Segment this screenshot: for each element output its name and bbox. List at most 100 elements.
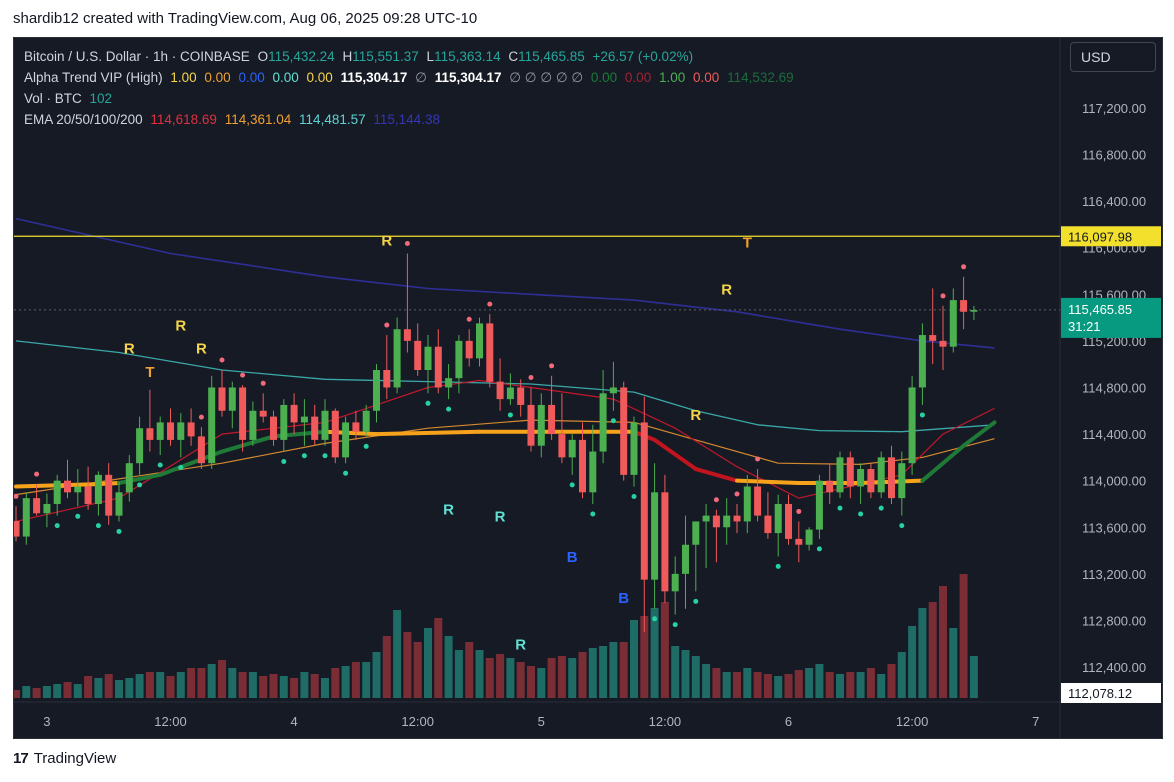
candle-body xyxy=(197,436,205,464)
candle-body xyxy=(960,300,968,312)
candle-body xyxy=(496,381,504,400)
candle-body xyxy=(362,410,370,432)
trend-dot xyxy=(34,471,40,477)
volume-bar xyxy=(969,656,978,698)
volume-bar xyxy=(362,662,371,698)
trend-dot xyxy=(693,598,699,604)
chart-frame[interactable]: 117,600.00117,200.00116,800.00116,400.00… xyxy=(13,37,1163,739)
signal-label: R xyxy=(196,341,207,358)
legend-main: Bitcoin / U.S. Dollar · 1h · COINBASE O1… xyxy=(24,46,798,67)
trend-dot xyxy=(528,374,534,380)
candle-body xyxy=(506,387,514,400)
candle-body xyxy=(249,410,257,440)
candle-body xyxy=(815,480,823,530)
volume-bar xyxy=(547,658,556,698)
candle-body xyxy=(805,529,813,545)
candle-body xyxy=(187,422,195,437)
legend-alpha-v13: 0.00 xyxy=(693,70,720,85)
candle-body xyxy=(568,439,576,458)
trend-dot xyxy=(549,363,555,369)
ema20-line xyxy=(15,379,995,522)
volume-bar xyxy=(84,676,93,698)
signal-label: R xyxy=(381,232,392,249)
candle-body xyxy=(476,323,483,359)
candle-body xyxy=(723,515,731,528)
volume-bar xyxy=(475,650,484,698)
low-price-label: 112,078.12 xyxy=(1068,686,1132,701)
volume-bar xyxy=(187,668,196,698)
volume-bar xyxy=(63,682,72,698)
trend-dot xyxy=(507,412,513,418)
countdown-label: 31:21 xyxy=(1068,319,1101,334)
volume-bar xyxy=(14,690,20,698)
candle-body xyxy=(857,469,865,487)
candle-body xyxy=(970,310,978,312)
volume-bar xyxy=(259,676,268,698)
legend-ema50: 114,361.04 xyxy=(224,112,292,127)
ema100-line xyxy=(15,340,995,433)
candle-body xyxy=(74,486,82,493)
volume-bar xyxy=(238,672,247,698)
trend-dot xyxy=(301,453,307,459)
volume-bar xyxy=(763,674,772,698)
volume-bar xyxy=(537,668,546,698)
volume-bar xyxy=(928,602,937,698)
trend-dot xyxy=(157,462,163,468)
volume-bar xyxy=(485,658,494,698)
price-chart[interactable]: 117,600.00117,200.00116,800.00116,400.00… xyxy=(14,38,1162,738)
candle-body xyxy=(702,515,710,522)
volume-bar xyxy=(866,668,875,698)
trend-dot xyxy=(95,523,101,529)
volume-bar xyxy=(496,654,505,698)
trend-dot xyxy=(569,482,575,488)
legend-vol-value: 102 xyxy=(89,91,113,106)
signal-label: B xyxy=(618,590,629,607)
candle-body xyxy=(682,544,689,574)
trend-dot xyxy=(281,459,287,465)
candle-body xyxy=(455,340,463,379)
legend-change: +26.57 (+0.02%) xyxy=(592,49,694,64)
time-tick-label: 5 xyxy=(538,714,545,729)
trend-dot xyxy=(240,372,246,378)
signal-label: R xyxy=(515,637,526,654)
trend-dot xyxy=(837,505,843,511)
volume-bar xyxy=(156,672,165,698)
candle-body xyxy=(589,451,597,493)
legend-alpha-v2: 0.00 xyxy=(204,70,231,85)
candle-body xyxy=(712,515,720,528)
trend-dot xyxy=(858,511,864,517)
legend-alpha-v4: 0.00 xyxy=(272,70,299,85)
volume-bar xyxy=(465,642,474,698)
volume-bar xyxy=(805,668,814,698)
trend-dot xyxy=(178,464,184,470)
candle-body xyxy=(764,515,772,534)
volume-bar xyxy=(228,668,237,698)
legend-alpha: Alpha Trend VIP (High) 1.00 0.00 0.00 0.… xyxy=(24,67,798,88)
legend-alpha-v11: 0.00 xyxy=(624,70,652,85)
volume-bar xyxy=(619,642,628,698)
candle-body xyxy=(671,573,679,592)
candle-body xyxy=(692,521,700,545)
trend-dot xyxy=(713,497,719,503)
candle-body xyxy=(888,457,895,499)
candle-body xyxy=(290,404,298,423)
signal-label: R xyxy=(721,281,732,298)
volume-bar xyxy=(444,636,453,698)
price-tick-label: 117,200.00 xyxy=(1082,101,1146,116)
volume-bar xyxy=(115,680,123,698)
legend-open-label: O xyxy=(257,49,269,64)
time-tick-label: 12:00 xyxy=(154,714,187,729)
candle-body xyxy=(136,428,144,464)
volume-bar xyxy=(578,652,587,698)
candle-body xyxy=(115,492,123,516)
currency-button[interactable]: USD xyxy=(1070,42,1156,72)
candle-body xyxy=(403,329,411,341)
volume-bar xyxy=(609,642,618,698)
candle-body xyxy=(228,387,236,411)
volume-bar xyxy=(321,678,329,698)
legend-ema200: 115,144.38 xyxy=(373,112,440,127)
legend-close-label: C xyxy=(508,49,519,64)
trend-dot xyxy=(322,453,328,459)
trend-dot xyxy=(919,412,925,418)
volume-bar xyxy=(784,674,793,698)
